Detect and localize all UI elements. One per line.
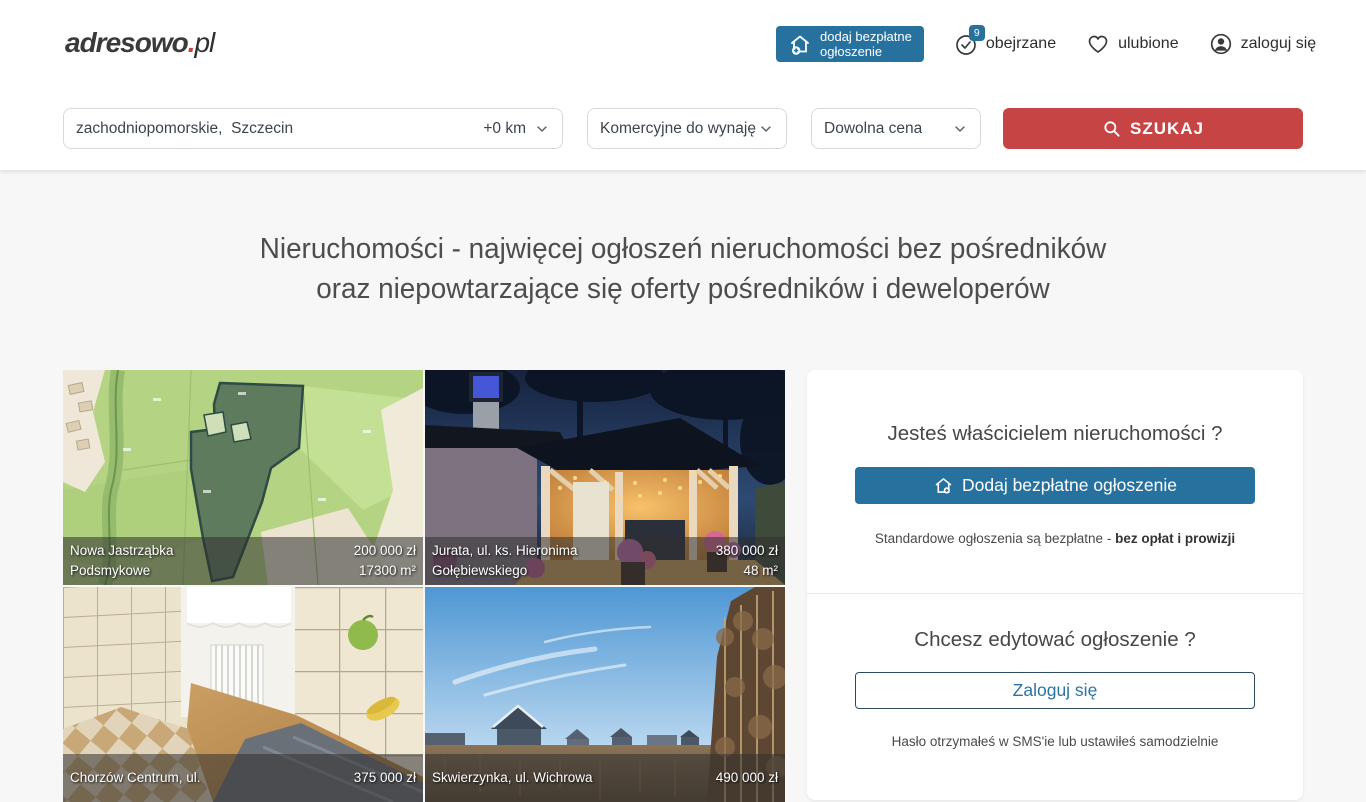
add-listing-label: dodaj bezpłatne ogłoszenie bbox=[820, 29, 912, 59]
viewed-count-badge: 9 bbox=[969, 25, 985, 41]
header-actions: dodaj bezpłatne ogłoszenie 9 obejrzane bbox=[776, 26, 1316, 62]
header: adresowo.pl dodaj bezpłatne ogłoszenie bbox=[0, 0, 1366, 170]
listing-price-area: 490 000 zł bbox=[716, 768, 778, 788]
login-link[interactable]: zaloguj się bbox=[1209, 32, 1317, 56]
location-field[interactable]: +0 km bbox=[63, 108, 563, 149]
page: adresowo.pl dodaj bezpłatne ogłoszenie bbox=[0, 0, 1366, 768]
search-bar: +0 km Komercyjne do wynaję Dowolna cena bbox=[0, 108, 1366, 149]
chevron-down-icon bbox=[534, 121, 550, 137]
listing-name: Jurata, ul. ks. HieronimaGołębiewskiego bbox=[432, 541, 578, 581]
add-listing-button[interactable]: dodaj bezpłatne ogłoszenie bbox=[776, 26, 924, 62]
user-icon bbox=[1209, 32, 1233, 56]
price-select[interactable]: Dowolna cena bbox=[811, 108, 981, 149]
site-logo[interactable]: adresowo.pl bbox=[65, 27, 214, 59]
listing-price-area: 380 000 zł48 m² bbox=[716, 541, 778, 581]
listing-name: Nowa JastrząbkaPodsmykowe bbox=[70, 541, 174, 581]
free-listing-note: Standardowe ogłoszenia są bezpłatne - be… bbox=[807, 531, 1303, 546]
price-value: Dowolna cena bbox=[824, 120, 922, 138]
sidebar-divider bbox=[807, 593, 1303, 594]
listing-overlay: Skwierzynka, ul. Wichrowa 490 000 zł bbox=[425, 754, 785, 802]
favorites-link[interactable]: ulubione bbox=[1086, 32, 1179, 56]
category-select[interactable]: Komercyjne do wynaję bbox=[587, 108, 787, 149]
search-button-label: SZUKAJ bbox=[1130, 119, 1204, 139]
owner-heading: Jesteś właścicielem nieruchomości ? bbox=[807, 370, 1303, 446]
viewed-link[interactable]: 9 obejrzane bbox=[954, 32, 1056, 56]
location-input[interactable] bbox=[76, 120, 483, 138]
viewed-label: obejrzane bbox=[986, 35, 1056, 53]
house-plus-icon bbox=[933, 475, 954, 496]
page-title: Nieruchomości - najwięcej ogłoszeń nieru… bbox=[27, 229, 1338, 309]
radius-select[interactable]: +0 km bbox=[483, 120, 550, 138]
chevron-down-icon bbox=[952, 121, 968, 137]
owner-panel: Jesteś właścicielem nieruchomości ? Doda… bbox=[807, 370, 1303, 800]
add-free-listing-button[interactable]: Dodaj bezpłatne ogłoszenie bbox=[855, 467, 1255, 504]
edit-heading: Chcesz edytować ogłoszenie ? bbox=[807, 628, 1303, 652]
favorites-label: ulubione bbox=[1118, 35, 1179, 53]
chevron-down-icon bbox=[758, 121, 774, 137]
logo-text: adresowo bbox=[65, 27, 188, 58]
listing-overlay: Nowa JastrząbkaPodsmykowe 200 000 zł1730… bbox=[63, 537, 423, 585]
add-free-listing-label: Dodaj bezpłatne ogłoszenie bbox=[962, 475, 1177, 496]
password-note: Hasło otrzymałeś w SMS'ie lub ustawiłeś … bbox=[807, 734, 1303, 749]
search-icon bbox=[1102, 119, 1122, 139]
check-circle-icon: 9 bbox=[954, 32, 978, 56]
heart-icon bbox=[1086, 32, 1110, 56]
house-plus-icon bbox=[788, 32, 812, 56]
login-button[interactable]: Zaloguj się bbox=[855, 672, 1255, 709]
listing-card[interactable]: Jurata, ul. ks. HieronimaGołębiewskiego … bbox=[425, 370, 785, 585]
listing-price-area: 200 000 zł17300 m² bbox=[354, 541, 416, 581]
category-value: Komercyjne do wynaję bbox=[600, 120, 756, 138]
listing-name: Chorzów Centrum, ul. bbox=[70, 768, 201, 788]
listing-overlay: Jurata, ul. ks. HieronimaGołębiewskiego … bbox=[425, 537, 785, 585]
listings-grid: Nowa JastrząbkaPodsmykowe 200 000 zł1730… bbox=[63, 370, 785, 802]
login-label: zaloguj się bbox=[1241, 35, 1317, 53]
radius-value: +0 km bbox=[483, 120, 526, 138]
listing-card[interactable]: Nowa JastrząbkaPodsmykowe 200 000 zł1730… bbox=[63, 370, 423, 585]
listing-price-area: 375 000 zł bbox=[354, 768, 416, 788]
logo-tld: pl bbox=[194, 27, 214, 58]
listing-name: Skwierzynka, ul. Wichrowa bbox=[432, 768, 593, 788]
listing-card[interactable]: Chorzów Centrum, ul. 375 000 zł bbox=[63, 587, 423, 802]
listing-card[interactable]: Skwierzynka, ul. Wichrowa 490 000 zł bbox=[425, 587, 785, 802]
search-button[interactable]: SZUKAJ bbox=[1003, 108, 1303, 149]
listing-overlay: Chorzów Centrum, ul. 375 000 zł bbox=[63, 754, 423, 802]
